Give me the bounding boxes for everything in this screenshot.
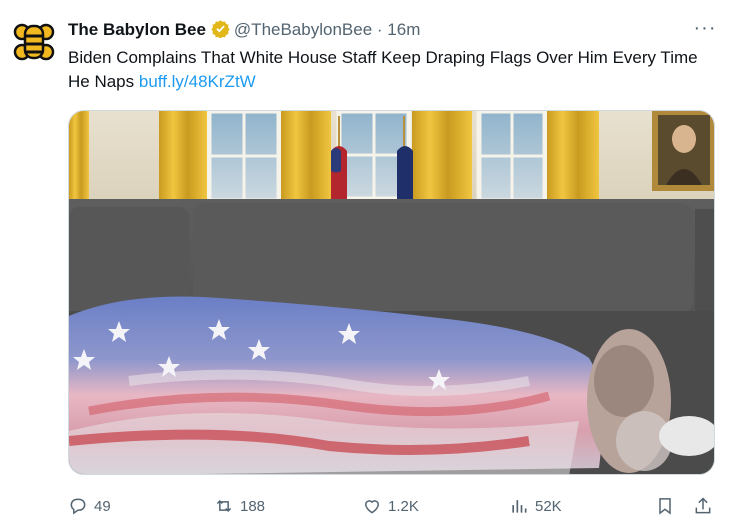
reply-icon — [70, 498, 86, 515]
more-icon[interactable]: ··· — [690, 14, 720, 44]
views-button[interactable]: 52K — [509, 493, 562, 519]
tweet-header: The Babylon Bee @TheBabylonBee · 16m — [68, 19, 420, 44]
timestamp[interactable]: 16m — [387, 20, 420, 39]
like-button[interactable]: 1.2K — [362, 493, 419, 519]
verified-badge-icon[interactable] — [211, 19, 230, 44]
repost-count: 188 — [240, 497, 266, 515]
view-count: 52K — [535, 497, 562, 515]
action-bar: 49 188 1.2K 52K — [68, 493, 718, 519]
bookmark-button[interactable] — [655, 493, 681, 519]
repost-icon — [216, 499, 232, 513]
share-icon — [695, 497, 711, 514]
heart-icon — [364, 500, 380, 514]
author-handle[interactable]: @TheBabylonBee — [234, 20, 372, 39]
reply-count: 49 — [94, 497, 111, 515]
tweet[interactable]: The Babylon Bee @TheBabylonBee · 16m ··· … — [0, 0, 737, 528]
tweet-image[interactable] — [68, 110, 715, 475]
avatar[interactable] — [10, 18, 58, 66]
image-scene — [69, 111, 714, 474]
reply-button[interactable]: 49 — [68, 493, 111, 519]
bookmark-icon — [659, 498, 671, 515]
tweet-text: Biden Complains That White House Staff K… — [68, 46, 708, 94]
tweet-link[interactable]: buff.ly/48KrZtW — [139, 72, 256, 91]
like-count: 1.2K — [388, 497, 419, 515]
separator-dot: · — [376, 20, 383, 39]
share-button[interactable] — [693, 493, 719, 519]
author-name[interactable]: The Babylon Bee — [68, 20, 206, 39]
bee-logo-icon — [10, 18, 58, 66]
repost-button[interactable]: 188 — [214, 493, 265, 519]
analytics-icon — [512, 500, 527, 513]
